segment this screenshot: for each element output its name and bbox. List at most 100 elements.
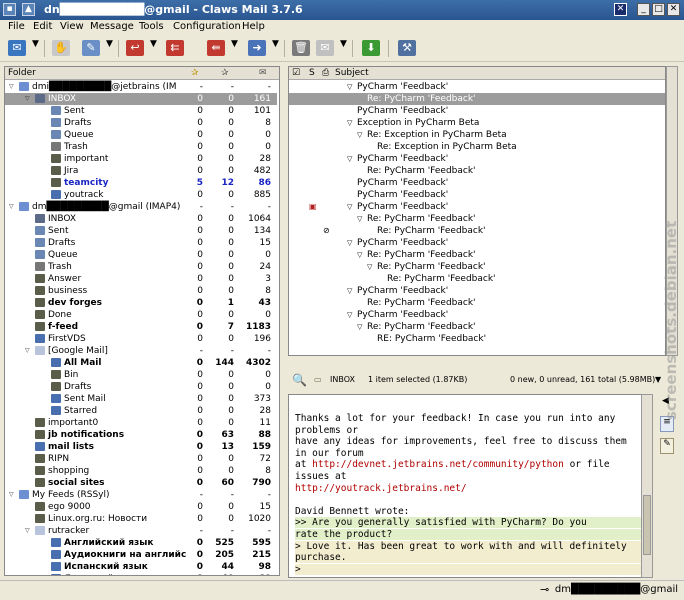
menu-message[interactable]: Message	[90, 21, 134, 32]
message-row[interactable]: ▽ Re: PyCharm 'Feedback'	[289, 213, 665, 225]
expander-icon[interactable]: ▽	[9, 491, 16, 498]
message-row[interactable]: ▽ PyCharm 'Feedback'	[289, 285, 665, 297]
folder-row[interactable]: All Mail 0 144 4302	[5, 357, 277, 369]
thread-expander-icon[interactable]: ▽	[357, 131, 362, 139]
folder-row[interactable]: RIPN 0 0 72	[5, 453, 277, 465]
message-row[interactable]: ▽ PyCharm 'Feedback'	[289, 81, 665, 93]
current-account[interactable]: dm█████████@gmail	[555, 584, 678, 595]
menu-file[interactable]: File	[8, 21, 25, 32]
folder-row[interactable]: Японский язык 040 60	[5, 573, 277, 575]
expander-icon[interactable]: ▽	[25, 347, 32, 354]
message-row[interactable]: RE: PyCharm 'Feedback'	[289, 333, 665, 345]
message-row[interactable]: Re: Exception in PyCharm Beta	[289, 141, 665, 153]
thread-expander-icon[interactable]: ▽	[347, 119, 352, 127]
folder-row[interactable]: mail lists 0 13 159	[5, 441, 277, 453]
minimize-icon[interactable]: _	[637, 3, 650, 16]
menu-tools[interactable]: Tools	[139, 21, 164, 32]
folder-row[interactable]: ▽ dm█████████@gmail (IMAP4) - - -	[5, 201, 277, 213]
folder-row[interactable]: jb notifications 0 63 88	[5, 429, 277, 441]
folder-row[interactable]: f-feed 0 7 1183	[5, 321, 277, 333]
message-row[interactable]: ▽ PyCharm 'Feedback'	[289, 237, 665, 249]
message-row[interactable]: PyCharm 'Feedback'	[289, 177, 665, 189]
menu-configuration[interactable]: Configuration	[173, 21, 241, 32]
message-row[interactable]: ▽ ▣ PyCharm 'Feedback'	[289, 201, 665, 213]
trash-button[interactable]: 🗑	[290, 39, 312, 57]
thread-expander-icon[interactable]: ▽	[357, 215, 362, 223]
folder-row[interactable]: ▽ INBOX 0 0 161	[5, 93, 277, 105]
total-column-header[interactable]: ✉	[259, 68, 267, 78]
folder-column-header[interactable]: Folder	[8, 68, 36, 78]
reply-list-button[interactable]: ⇚	[205, 39, 227, 57]
folder-row[interactable]: Drafts 0 0 15	[5, 237, 277, 249]
close-icon[interactable]: ✕	[667, 3, 680, 16]
message-row[interactable]: ▽ PyCharm 'Feedback'	[289, 153, 665, 165]
hyperlink[interactable]: http://youtrack.jetbrains.net/	[295, 483, 467, 494]
thread-expander-icon[interactable]: ▽	[347, 287, 352, 295]
forward-button[interactable]: ➜	[246, 39, 268, 57]
message-row[interactable]: ▽ Exception in PyCharm Beta	[289, 117, 665, 129]
folder-row[interactable]: important 0 0 28	[5, 153, 277, 165]
reply-all-button[interactable]: ⇇	[164, 39, 186, 57]
folder-row[interactable]: Jira 0 0 482	[5, 165, 277, 177]
message-view-scrollbar[interactable]	[641, 394, 653, 578]
message-row[interactable]: Re: PyCharm 'Feedback'	[289, 273, 665, 285]
folder-row[interactable]: Starred 0 0 28	[5, 405, 277, 417]
folder-row[interactable]: ▽ [Google Mail] - - -	[5, 345, 277, 357]
menu-help[interactable]: Help	[242, 21, 265, 32]
get-mail-button[interactable]: ✉	[6, 39, 28, 57]
expander-icon[interactable]: ▽	[9, 203, 16, 210]
message-row[interactable]: Re: PyCharm 'Feedback'	[289, 165, 665, 177]
folder-row[interactable]: Trash 0 0 0	[5, 141, 277, 153]
message-row[interactable]: Re: PyCharm 'Feedback'	[289, 93, 665, 105]
folder-row[interactable]: Trash 0 0 24	[5, 261, 277, 273]
thread-expander-icon[interactable]: ▽	[367, 263, 372, 271]
folder-row[interactable]: Drafts 0 0 0	[5, 381, 277, 393]
message-row[interactable]: ▽ Re: PyCharm 'Feedback'	[289, 249, 665, 261]
folder-row[interactable]: ▽ My Feeds (RSSyl) - - -	[5, 489, 277, 501]
shade-icon[interactable]: ▲	[22, 3, 35, 16]
scrollbar-thumb[interactable]	[643, 495, 651, 555]
folder-row[interactable]: Queue 0 0 0	[5, 129, 277, 141]
expander-icon[interactable]: ▽	[25, 527, 32, 534]
folder-row[interactable]: Sent 0 0 134	[5, 225, 277, 237]
thread-expander-icon[interactable]: ▽	[357, 323, 362, 331]
folder-row[interactable]: youtrack 0 0 885	[5, 189, 277, 201]
folder-row[interactable]: social sites 0 60 790	[5, 477, 277, 489]
folder-row[interactable]: dev forges 0 1 43	[5, 297, 277, 309]
search-icon[interactable]: 🔍	[292, 373, 307, 387]
thread-expander-icon[interactable]: ▽	[357, 251, 362, 259]
thread-expander-icon[interactable]: ▽	[347, 155, 352, 163]
folder-row[interactable]: Done 0 0 0	[5, 309, 277, 321]
reply-button[interactable]: ↩	[124, 39, 146, 57]
folder-row[interactable]: business 0 0 8	[5, 285, 277, 297]
next-button[interactable]: ⬇	[360, 39, 382, 57]
thread-expander-icon[interactable]: ▽	[347, 239, 352, 247]
folder-row[interactable]: Sent 0 0 101	[5, 105, 277, 117]
expander-icon[interactable]: ▽	[25, 95, 32, 102]
status-column-header[interactable]: S	[309, 68, 315, 78]
attachment-column-header[interactable]: ⎙	[322, 68, 329, 78]
message-row[interactable]: ▽ Re: PyCharm 'Feedback'	[289, 321, 665, 333]
window-menu-icon[interactable]: ▪	[3, 3, 16, 16]
junk-dropdown[interactable]: ▼	[340, 39, 362, 57]
message-row[interactable]: Re: PyCharm 'Feedback'	[289, 297, 665, 309]
folder-row[interactable]: Drafts 0 0 8	[5, 117, 277, 129]
new-column-header[interactable]: ✰	[191, 68, 199, 78]
message-row[interactable]: ▽ PyCharm 'Feedback'	[289, 309, 665, 321]
expander-icon[interactable]: ▽	[9, 83, 16, 90]
folder-row[interactable]: Queue 0 0 0	[5, 249, 277, 261]
check-column-header[interactable]: ☑	[292, 68, 300, 78]
message-row[interactable]: ▽ Re: PyCharm 'Feedback'	[289, 261, 665, 273]
junk-button[interactable]: ✉	[314, 39, 336, 57]
folder-row[interactable]: ego 9000 0 0 15	[5, 501, 277, 513]
message-row[interactable]: PyCharm 'Feedback'	[289, 105, 665, 117]
preferences-button[interactable]: ⚒	[396, 39, 418, 57]
chevron-down-icon[interactable]: ▼	[655, 375, 661, 384]
cancel-button[interactable]: ✋	[50, 39, 72, 57]
folder-row[interactable]: Английский язык 0 525 595	[5, 537, 277, 549]
folder-row[interactable]: Linux.org.ru: Новости 0 0 1020	[5, 513, 277, 525]
folder-row[interactable]: Sent Mail 0 0 373	[5, 393, 277, 405]
attachment-icon[interactable]: ✎	[660, 438, 674, 454]
folder-row[interactable]: ▽ rutracker - - -	[5, 525, 277, 537]
folder-row[interactable]: Bin 0 0 0	[5, 369, 277, 381]
